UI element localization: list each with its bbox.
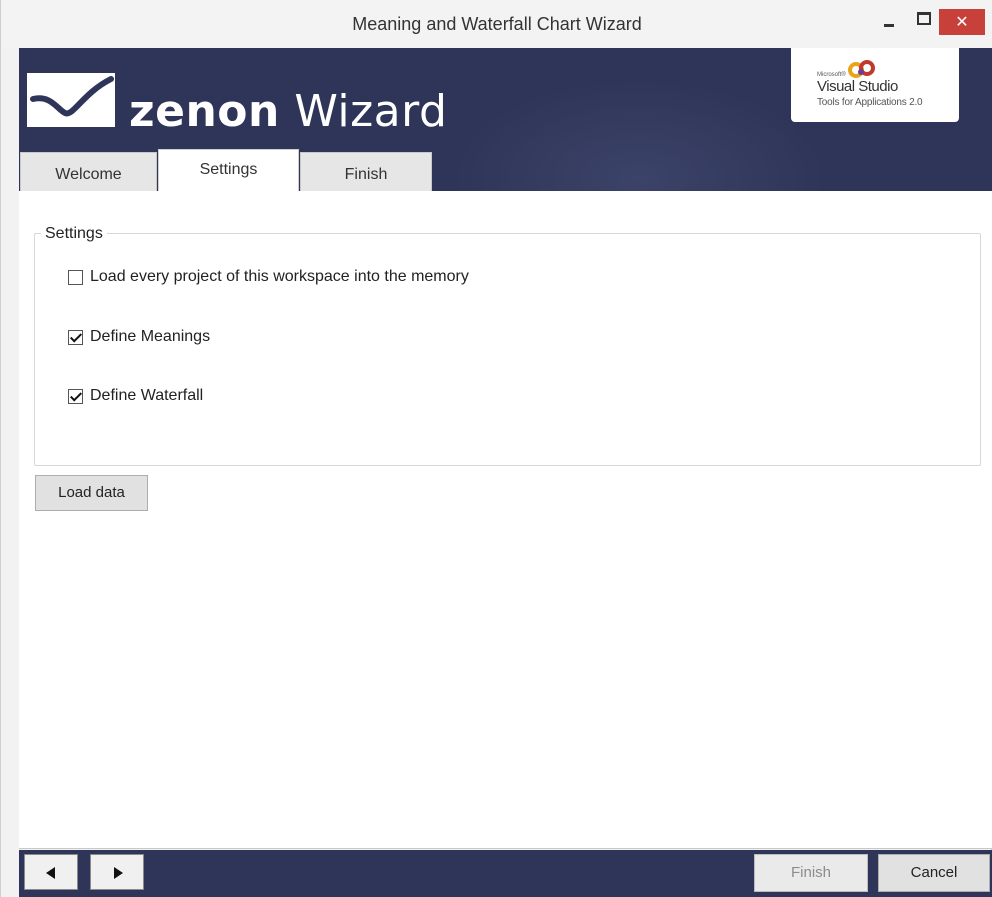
minimize-button[interactable] bbox=[875, 8, 903, 36]
footer-bar: Finish Cancel bbox=[19, 850, 992, 897]
window-title: Meaning and Waterfall Chart Wizard bbox=[352, 14, 642, 34]
define-waterfall-checkbox[interactable] bbox=[68, 388, 83, 404]
zenon-logo-icon bbox=[27, 73, 115, 127]
define-meanings-label: Define Meanings bbox=[90, 328, 211, 345]
banner-decoration bbox=[449, 78, 829, 191]
define-waterfall-option[interactable]: Define Waterfall bbox=[68, 386, 203, 406]
define-meanings-checkbox[interactable] bbox=[68, 329, 83, 345]
triangle-right-icon bbox=[114, 867, 123, 879]
define-meanings-option[interactable]: Define Meanings bbox=[68, 327, 210, 347]
visual-studio-badge: Microsoft® Visual Studio Tools for Appli… bbox=[791, 48, 959, 122]
visual-studio-logo-icon bbox=[848, 60, 875, 78]
next-button[interactable] bbox=[90, 854, 144, 890]
tab-settings[interactable]: Settings bbox=[158, 149, 299, 191]
close-icon: ✕ bbox=[955, 12, 969, 31]
tab-finish[interactable]: Finish bbox=[300, 152, 432, 192]
back-button[interactable] bbox=[24, 854, 78, 890]
vs-name-text: Visual Studio bbox=[817, 78, 898, 95]
triangle-left-icon bbox=[46, 867, 55, 879]
cancel-button[interactable]: Cancel bbox=[878, 854, 990, 892]
finish-button[interactable]: Finish bbox=[754, 854, 868, 892]
load-all-projects-checkbox[interactable] bbox=[68, 269, 83, 285]
brand-title-bold: zenon bbox=[129, 86, 280, 137]
load-all-projects-option[interactable]: Load every project of this workspace int… bbox=[68, 267, 469, 287]
load-data-button[interactable]: Load data bbox=[35, 475, 148, 511]
brand-title-rest: Wizard bbox=[279, 86, 448, 137]
title-bar: Meaning and Waterfall Chart Wizard ✕ bbox=[1, 0, 992, 48]
define-waterfall-label: Define Waterfall bbox=[90, 387, 204, 404]
wizard-window: Meaning and Waterfall Chart Wizard ✕ zen… bbox=[0, 0, 992, 897]
tab-welcome[interactable]: Welcome bbox=[20, 152, 157, 192]
settings-group-title: Settings bbox=[41, 225, 107, 243]
vs-sub-text: Tools for Applications 2.0 bbox=[817, 97, 923, 108]
maximize-button[interactable] bbox=[909, 8, 937, 36]
settings-panel: Settings Load every project of this work… bbox=[19, 191, 992, 849]
close-button[interactable]: ✕ bbox=[939, 9, 985, 35]
brand-title: zenon Wizard bbox=[129, 86, 447, 137]
load-all-projects-label: Load every project of this workspace int… bbox=[90, 268, 469, 285]
